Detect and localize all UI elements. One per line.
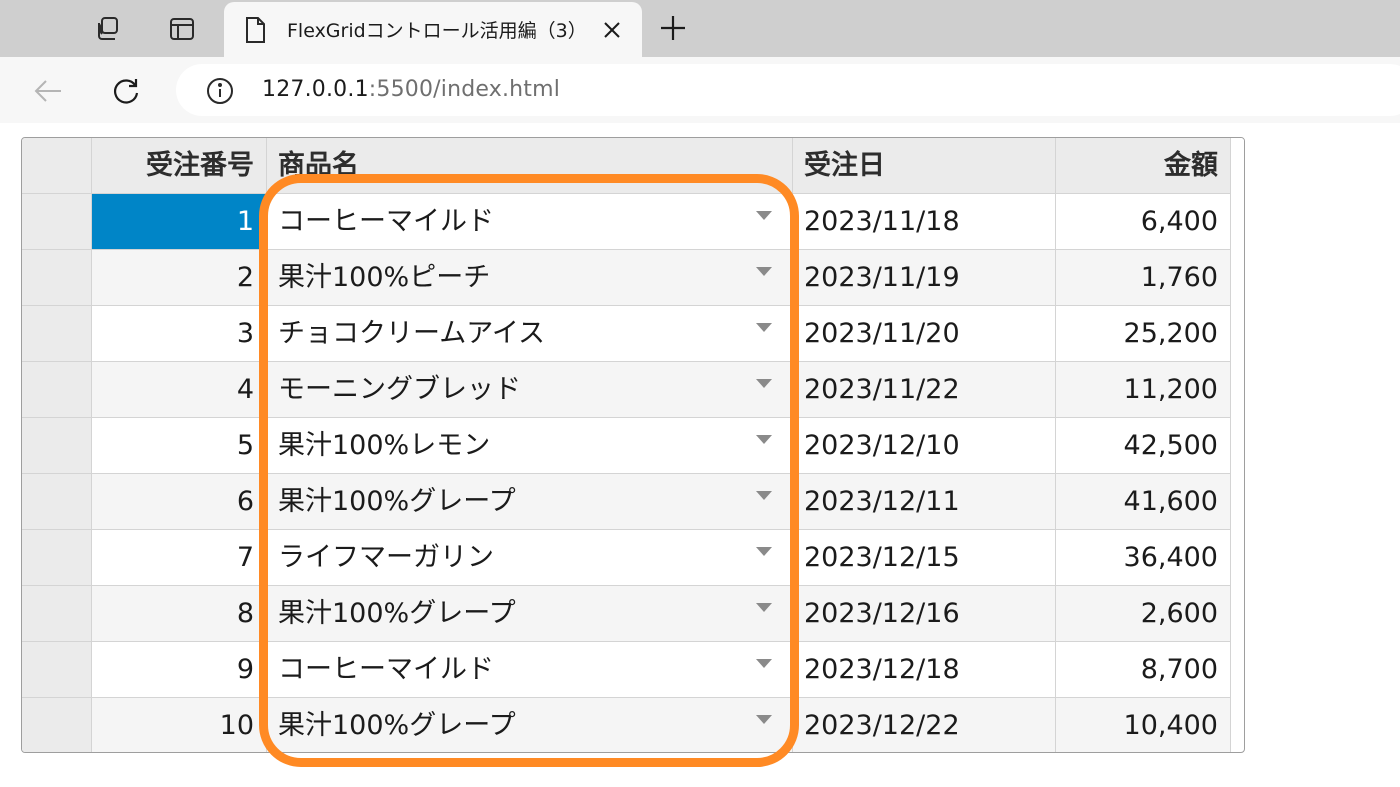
tab-actions-icon[interactable]: [165, 12, 199, 46]
page-icon: [244, 16, 266, 48]
order-number-cell[interactable]: 9: [92, 642, 267, 698]
amount-cell[interactable]: 1,760: [1056, 250, 1231, 306]
dropdown-arrow-icon[interactable]: [756, 715, 772, 724]
product-name-text: 果汁100%グレープ: [278, 598, 516, 629]
amount-cell[interactable]: 2,600: [1056, 586, 1231, 642]
order-number-cell[interactable]: 5: [92, 418, 267, 474]
active-tab[interactable]: FlexGridコントロール活用編（3）: [224, 2, 642, 57]
row-header-cell[interactable]: [22, 362, 92, 418]
order-date-cell[interactable]: 2023/12/16: [793, 586, 1056, 642]
order-number-cell[interactable]: 2: [92, 250, 267, 306]
product-name-cell[interactable]: コーヒーマイルド: [267, 194, 793, 250]
product-name-cell[interactable]: 果汁100%グレープ: [267, 474, 793, 530]
row-header-cell[interactable]: [22, 698, 92, 752]
order-number-cell[interactable]: 6: [92, 474, 267, 530]
column-header-order-date[interactable]: 受注日: [793, 138, 1056, 194]
order-date-cell[interactable]: 2023/12/18: [793, 642, 1056, 698]
order-number-cell[interactable]: 3: [92, 306, 267, 362]
dropdown-arrow-icon[interactable]: [756, 547, 772, 556]
dropdown-arrow-icon[interactable]: [756, 603, 772, 612]
workspaces-icon[interactable]: [91, 12, 125, 46]
product-name-text: コーヒーマイルド: [278, 206, 494, 237]
row-header-cell[interactable]: [22, 474, 92, 530]
order-date-cell[interactable]: 2023/11/20: [793, 306, 1056, 362]
url-path: :5500/index.html: [368, 77, 561, 102]
product-name-cell[interactable]: 果汁100%グレープ: [267, 586, 793, 642]
product-name-text: 果汁100%レモン: [278, 430, 491, 461]
order-number-cell[interactable]: 4: [92, 362, 267, 418]
back-arrow-icon[interactable]: [28, 71, 68, 111]
grid-filler: [1231, 138, 1244, 194]
top-left-header-cell: [22, 138, 92, 194]
product-name-text: 果汁100%グレープ: [278, 710, 516, 741]
product-name-text: コーヒーマイルド: [278, 654, 494, 685]
order-date-cell[interactable]: 2023/11/19: [793, 250, 1056, 306]
product-name-cell[interactable]: モーニングブレッド: [267, 362, 793, 418]
amount-cell[interactable]: 25,200: [1056, 306, 1231, 362]
order-date-cell[interactable]: 2023/12/15: [793, 530, 1056, 586]
tab-title: FlexGridコントロール活用編（3）: [287, 20, 587, 42]
order-date-cell[interactable]: 2023/12/22: [793, 698, 1056, 752]
order-date-cell[interactable]: 2023/12/10: [793, 418, 1056, 474]
amount-cell[interactable]: 8,700: [1056, 642, 1231, 698]
info-icon[interactable]: [206, 77, 234, 109]
product-name-text: 果汁100%グレープ: [278, 486, 516, 517]
order-number-cell[interactable]: 1: [92, 194, 267, 250]
dropdown-arrow-icon[interactable]: [756, 379, 772, 388]
amount-cell[interactable]: 10,400: [1056, 698, 1231, 752]
product-name-cell[interactable]: ライフマーガリン: [267, 530, 793, 586]
dropdown-arrow-icon[interactable]: [756, 323, 772, 332]
product-name-cell[interactable]: 果汁100%グレープ: [267, 698, 793, 752]
dropdown-arrow-icon[interactable]: [756, 659, 772, 668]
product-name-text: ライフマーガリン: [278, 542, 494, 573]
row-header-cell[interactable]: [22, 586, 92, 642]
dropdown-arrow-icon[interactable]: [756, 435, 772, 444]
row-header-cell[interactable]: [22, 418, 92, 474]
product-name-cell[interactable]: チョコクリームアイス: [267, 306, 793, 362]
column-header-amount[interactable]: 金額: [1056, 138, 1231, 194]
row-header-cell[interactable]: [22, 250, 92, 306]
product-name-text: 果汁100%ピーチ: [278, 262, 491, 293]
plus-icon[interactable]: [655, 10, 691, 46]
product-name-cell[interactable]: 果汁100%ピーチ: [267, 250, 793, 306]
flexgrid: 受注番号 商品名 受注日 金額 1 コーヒーマイルド 2023/11/18 6,400…: [21, 137, 1245, 753]
amount-cell[interactable]: 11,200: [1056, 362, 1231, 418]
refresh-icon[interactable]: [106, 71, 146, 111]
amount-cell[interactable]: 36,400: [1056, 530, 1231, 586]
close-icon[interactable]: [600, 18, 624, 42]
order-date-cell[interactable]: 2023/12/11: [793, 474, 1056, 530]
row-header-cell[interactable]: [22, 530, 92, 586]
order-date-cell[interactable]: 2023/11/18: [793, 194, 1056, 250]
product-name-text: チョコクリームアイス: [278, 318, 546, 349]
tab-strip: FlexGridコントロール活用編（3）: [0, 0, 1400, 57]
order-number-cell[interactable]: 10: [92, 698, 267, 752]
url-text: 127.0.0.1:5500/index.html: [262, 77, 560, 102]
product-name-text: モーニングブレッド: [278, 374, 521, 405]
amount-cell[interactable]: 41,600: [1056, 474, 1231, 530]
row-header-cell[interactable]: [22, 642, 92, 698]
row-header-cell[interactable]: [22, 194, 92, 250]
address-bar[interactable]: 127.0.0.1:5500/index.html: [176, 64, 1400, 116]
order-date-cell[interactable]: 2023/11/22: [793, 362, 1056, 418]
dropdown-arrow-icon[interactable]: [756, 267, 772, 276]
column-header-product-name[interactable]: 商品名: [267, 138, 793, 194]
dropdown-arrow-icon[interactable]: [756, 491, 772, 500]
product-name-cell[interactable]: コーヒーマイルド: [267, 642, 793, 698]
url-host: 127.0.0.1: [262, 77, 369, 102]
dropdown-arrow-icon[interactable]: [756, 211, 772, 220]
order-number-cell[interactable]: 7: [92, 530, 267, 586]
row-header-cell[interactable]: [22, 306, 92, 362]
amount-cell[interactable]: 6,400: [1056, 194, 1231, 250]
order-number-cell[interactable]: 8: [92, 586, 267, 642]
amount-cell[interactable]: 42,500: [1056, 418, 1231, 474]
browser-toolbar: 127.0.0.1:5500/index.html: [0, 57, 1400, 123]
product-name-cell[interactable]: 果汁100%レモン: [267, 418, 793, 474]
column-header-order-number[interactable]: 受注番号: [92, 138, 267, 194]
